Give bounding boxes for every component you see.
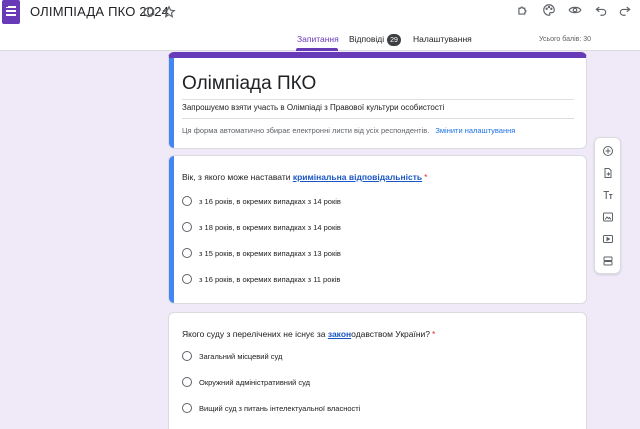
form-description[interactable]: Запрошуємо взяти участь в Олімпіаді з Пр… (182, 103, 444, 112)
question-title[interactable]: Якого суду з перелічених не існує за зак… (182, 329, 435, 339)
question-text: Якого суду з перелічених не існує за (182, 329, 328, 339)
email-note-text: Ця форма автоматично збирає електронні л… (182, 126, 430, 135)
add-video-icon[interactable] (601, 232, 615, 246)
option-label: з 16 років, в окремих випадках з 14 рокі… (199, 196, 341, 206)
radio-button[interactable] (182, 222, 192, 232)
radio-button[interactable] (182, 403, 192, 413)
tab-settings[interactable]: Налаштування (413, 34, 472, 44)
import-questions-icon[interactable] (601, 166, 615, 180)
form-header-card[interactable]: Олімпіада ПКО Запрошуємо взяти участь в … (168, 52, 587, 149)
option-label: Вищий суд з питань інтелектуальної власн… (199, 403, 361, 413)
form-title[interactable]: Олімпіада ПКО (182, 73, 316, 95)
radio-option[interactable]: з 16 років, в окремих випадках з 11 рокі… (182, 273, 340, 285)
option-label: Окружний адміністративний суд (199, 377, 311, 387)
add-title-icon[interactable] (601, 188, 615, 202)
eye-icon[interactable] (568, 3, 582, 17)
question-title[interactable]: Вік, з якого може наставати кримінальна … (182, 172, 427, 182)
email-collection-note: Ця форма автоматично збирає електронні л… (182, 126, 515, 135)
responses-count-badge: 29 (387, 34, 401, 46)
radio-option[interactable]: з 18 років, в окремих випадках з 14 рокі… (182, 221, 341, 233)
required-asterisk: * (424, 172, 428, 182)
add-image-icon[interactable] (601, 210, 615, 224)
extensions-icon[interactable] (516, 3, 530, 17)
option-label: Загальний місцевий суд (199, 351, 283, 361)
radio-option[interactable]: з 16 років, в окремих випадках з 14 рокі… (182, 195, 341, 207)
question-highlight: кримінальна відповідальність (292, 172, 423, 182)
description-divider (182, 118, 574, 119)
forms-icon[interactable] (2, 0, 20, 24)
option-label: з 15 років, в окремих випадках з 13 рокі… (199, 248, 341, 258)
question-card-1[interactable]: Вік, з якого може наставати кримінальна … (168, 155, 587, 304)
radio-option[interactable]: з 15 років, в окремих випадках з 13 рокі… (182, 247, 341, 259)
palette-icon[interactable] (542, 3, 556, 17)
question-card-2[interactable]: Якого суду з перелічених не існує за зак… (168, 312, 587, 429)
radio-button[interactable] (182, 196, 192, 206)
radio-button[interactable] (182, 351, 192, 361)
change-settings-link[interactable]: Змінити налаштування (435, 126, 515, 135)
undo-icon[interactable] (594, 3, 608, 17)
tab-responses[interactable]: Відповіді (349, 34, 384, 44)
addon-icon[interactable] (142, 5, 156, 19)
redo-icon[interactable] (618, 3, 632, 17)
radio-button[interactable] (182, 377, 192, 387)
option-label: з 18 років, в окремих випадках з 14 рокі… (199, 222, 341, 232)
add-section-icon[interactable] (601, 254, 615, 268)
tab-questions[interactable]: Запитання (297, 34, 339, 44)
required-asterisk: * (432, 329, 436, 339)
question-text: Вік, з якого може наставати (182, 172, 293, 182)
radio-option[interactable]: Окружний адміністративний суд (182, 376, 310, 388)
radio-option[interactable]: Загальний місцевий суд (182, 350, 282, 362)
option-label: з 16 років, в окремих випадках з 11 рокі… (199, 274, 341, 284)
add-question-icon[interactable] (601, 144, 615, 158)
radio-button[interactable] (182, 274, 192, 284)
top-bar: ОЛІМПІАДА ПКО 2024 Запитання Відповіді Н… (0, 0, 640, 51)
question-text-end: одавством України? (351, 329, 431, 339)
question-highlight: закон (327, 329, 352, 339)
floating-toolbar (594, 137, 621, 274)
star-icon[interactable] (162, 5, 176, 19)
points-total: Усього балів: 30 (539, 36, 592, 43)
radio-button[interactable] (182, 248, 192, 258)
active-tab-indicator (296, 48, 338, 51)
title-divider (182, 99, 574, 100)
radio-option[interactable]: Вищий суд з питань інтелектуальної власн… (182, 402, 360, 414)
